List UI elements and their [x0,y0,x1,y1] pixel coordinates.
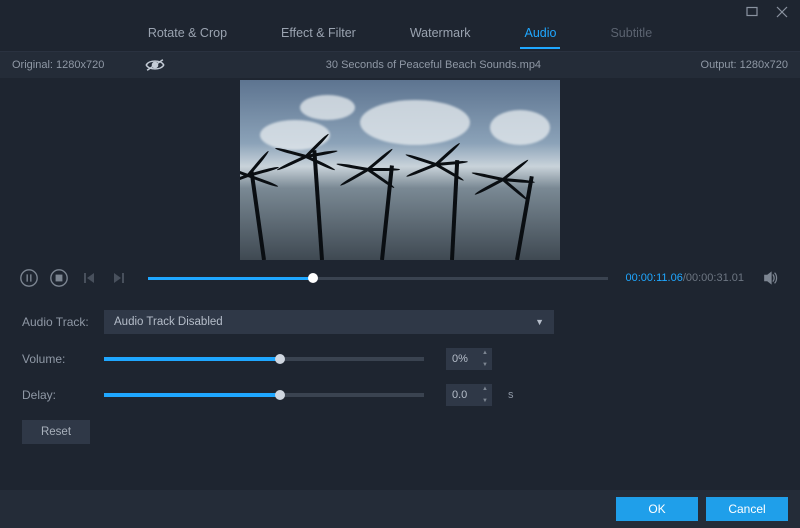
volume-slider[interactable] [104,357,424,361]
ok-button[interactable]: OK [616,497,698,521]
tab-label: Audio [524,26,556,40]
filename-label: 30 Seconds of Peaceful Beach Sounds.mp4 [166,59,700,71]
volume-row: Volume: 0% ▲ ▼ [22,348,778,370]
tab-label: Rotate & Crop [148,26,227,40]
audio-track-row: Audio Track: Audio Track Disabled ▼ [22,310,778,334]
time-current: 00:00:11.06 [626,272,683,284]
delay-up-icon[interactable]: ▲ [480,386,490,392]
time-display: 00:00:11.06/00:00:31.01 [626,272,744,284]
delay-label: Delay: [22,388,94,402]
tab-label: Watermark [410,26,471,40]
tab-watermark[interactable]: Watermark [410,26,471,47]
volume-value: 0% [452,353,468,365]
reset-button[interactable]: Reset [22,420,90,444]
delay-thumb[interactable] [275,390,285,400]
output-resolution: Output: 1280x720 [701,59,788,71]
tab-label: Subtitle [610,26,652,40]
progress-slider[interactable] [148,277,608,280]
volume-label: Volume: [22,352,94,366]
ok-label: OK [648,502,665,516]
original-resolution: Original: 1280x720 [12,59,104,71]
info-left: Original: 1280x720 [12,57,166,73]
progress-fill [148,277,313,280]
audio-track-value: Audio Track Disabled [114,316,223,328]
tab-subtitle[interactable]: Subtitle [610,26,652,47]
delay-slider[interactable] [104,393,424,397]
delay-unit: s [508,389,514,401]
chevron-down-icon: ▼ [535,317,544,327]
volume-down-icon[interactable]: ▼ [480,362,490,368]
time-total: 00:00:31.01 [686,272,744,284]
delay-down-icon[interactable]: ▼ [480,398,490,404]
delay-spinner[interactable]: 0.0 ▲ ▼ [446,384,492,406]
audio-track-select[interactable]: Audio Track Disabled ▼ [104,310,554,334]
footer-bar: OK Cancel [0,490,800,528]
cancel-button[interactable]: Cancel [706,497,788,521]
volume-spinner[interactable]: 0% ▲ ▼ [446,348,492,370]
video-preview[interactable] [240,80,560,260]
video-preview-area [0,78,800,262]
info-bar: Original: 1280x720 30 Seconds of Peacefu… [0,52,800,78]
audio-panel: Audio Track: Audio Track Disabled ▼ Volu… [0,294,800,450]
close-icon[interactable] [776,6,790,20]
volume-thumb[interactable] [275,354,285,364]
playback-controls: 00:00:11.06/00:00:31.01 [0,262,800,294]
volume-icon[interactable] [760,267,782,289]
cancel-label: Cancel [728,502,765,516]
prev-frame-button[interactable] [78,267,100,289]
tab-rotate-crop[interactable]: Rotate & Crop [148,26,227,47]
tab-audio[interactable]: Audio [524,26,556,47]
next-frame-button[interactable] [108,267,130,289]
delay-value: 0.0 [452,389,467,401]
editor-tabs: Rotate & Crop Effect & Filter Watermark … [0,22,800,52]
window-titlebar [0,0,800,22]
tab-label: Effect & Filter [281,26,356,40]
play-pause-button[interactable] [18,267,40,289]
compare-toggle[interactable] [144,57,166,73]
volume-up-icon[interactable]: ▲ [480,350,490,356]
stop-button[interactable] [48,267,70,289]
tab-effect-filter[interactable]: Effect & Filter [281,26,356,47]
reset-label: Reset [41,426,71,438]
audio-track-label: Audio Track: [22,315,94,329]
progress-thumb[interactable] [308,273,318,283]
maximize-icon[interactable] [746,6,760,20]
delay-row: Delay: 0.0 ▲ ▼ s [22,384,778,406]
